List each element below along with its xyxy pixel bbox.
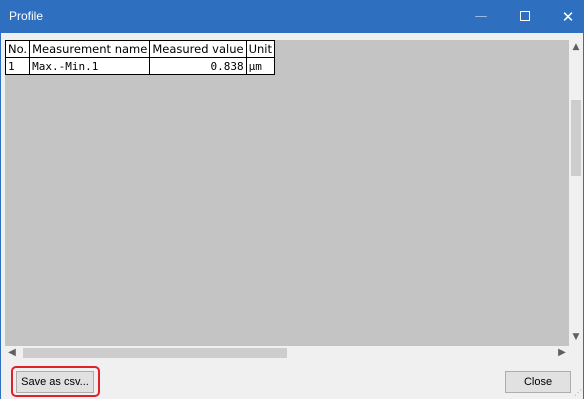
close-window-button[interactable]: ✕ [546, 1, 585, 33]
scroll-down-icon[interactable]: ▼ [569, 330, 583, 344]
scrollbar-corner [569, 346, 583, 360]
close-button[interactable]: Close [505, 371, 571, 393]
scroll-up-icon[interactable]: ▲ [569, 40, 583, 54]
results-pane: No. Measurement name Measured value Unit… [4, 40, 569, 346]
scroll-right-icon[interactable]: ▶ [555, 346, 569, 360]
window-title: Profile [9, 9, 44, 23]
minimize-icon: — [474, 9, 488, 24]
horizontal-scrollbar[interactable]: ◀ ▶ [5, 346, 569, 360]
maximize-icon [520, 10, 530, 21]
column-header-no: No. [4, 40, 31, 58]
minimize-button[interactable]: — [459, 1, 503, 33]
column-header-measured-value: Measured value [149, 40, 247, 58]
resize-grip-icon[interactable]: ⋰ [574, 388, 582, 397]
save-as-csv-button[interactable]: Save as csv... [16, 371, 94, 393]
vertical-scroll-thumb[interactable] [571, 100, 581, 176]
table-row[interactable]: 1 Max.-Min.1 0.838 μm [4, 57, 276, 75]
cell-unit: μm [245, 57, 276, 75]
column-header-measurement-name: Measurement name [29, 40, 151, 58]
cell-no: 1 [4, 57, 31, 75]
cell-measured-value: 0.838 [149, 57, 247, 75]
scroll-left-icon[interactable]: ◀ [5, 346, 19, 360]
results-table: No. Measurement name Measured value Unit… [4, 40, 276, 75]
cell-measurement-name: Max.-Min.1 [29, 57, 151, 75]
vertical-scrollbar[interactable]: ▲ ▼ [569, 40, 583, 346]
horizontal-scroll-thumb[interactable] [23, 348, 287, 358]
title-bar[interactable]: Profile — ✕ [1, 1, 583, 33]
close-icon: ✕ [561, 8, 575, 26]
column-header-unit: Unit [245, 40, 276, 58]
table-header-row: No. Measurement name Measured value Unit [4, 40, 276, 58]
maximize-button[interactable] [503, 1, 547, 33]
